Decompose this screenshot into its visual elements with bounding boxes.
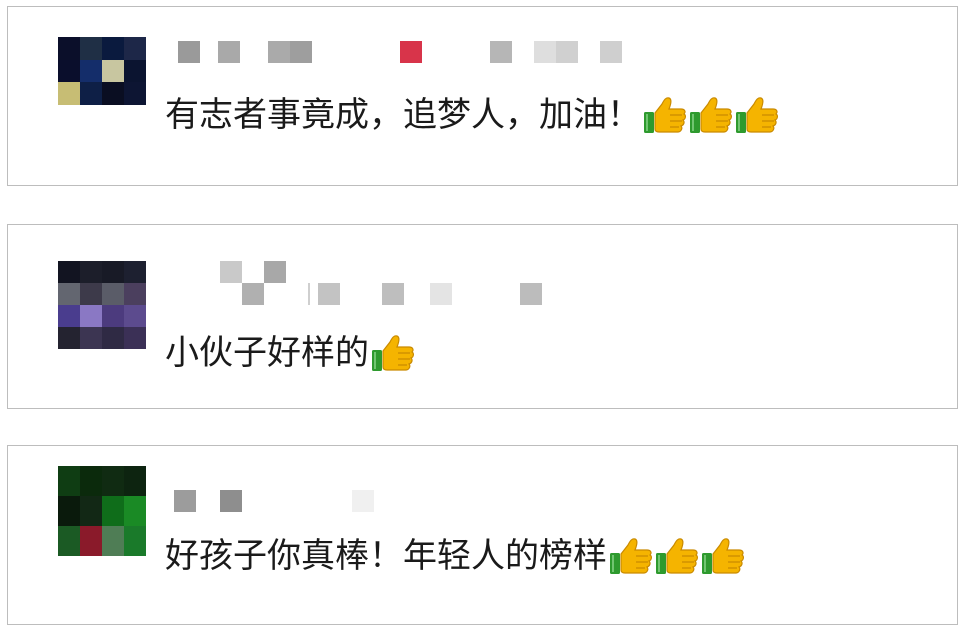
avatar[interactable] [58, 37, 146, 105]
avatar-pixel [102, 82, 124, 105]
thumbs-up-icon [687, 95, 733, 135]
avatar-pixel [80, 305, 102, 327]
avatar-pixel [80, 37, 102, 60]
avatar-pixel [124, 37, 146, 60]
avatar-pixel [102, 283, 124, 305]
avatar-pixel [102, 305, 124, 327]
avatar[interactable] [58, 466, 146, 556]
avatar-pixel [80, 283, 102, 305]
avatar-pixel [102, 466, 124, 496]
avatar-pixel [124, 496, 146, 526]
avatar-pixel [58, 327, 80, 349]
comment-card: 好孩子你真棒！年轻人的榜样 [7, 445, 958, 625]
avatar-pixel [124, 526, 146, 556]
avatar-pixel [124, 327, 146, 349]
avatar-pixel [80, 261, 102, 283]
thumbs-row [641, 95, 779, 135]
avatar-pixel [80, 82, 102, 105]
thumbs-row [607, 536, 745, 576]
comment-card: 有志者事竟成，追梦人，加油！ [7, 6, 958, 186]
avatar-pixel [58, 526, 80, 556]
thumbs-up-icon [641, 95, 687, 135]
comment-text: 有志者事竟成，追梦人，加油！ [165, 93, 779, 137]
avatar-pixel [58, 261, 80, 283]
avatar-pixel [80, 466, 102, 496]
avatar-pixel [102, 327, 124, 349]
avatar-pixel [80, 526, 102, 556]
avatar-pixel [80, 59, 102, 83]
avatar-pixel [58, 466, 80, 496]
thumbs-up-icon [607, 536, 653, 576]
avatar-pixel [124, 82, 146, 105]
avatar-pixel [58, 59, 80, 83]
thumbs-up-icon [733, 95, 779, 135]
thumbs-row [369, 333, 415, 373]
comment-text: 好孩子你真棒！年轻人的榜样 [165, 534, 745, 578]
avatar-pixel [80, 496, 102, 526]
avatar-pixel [102, 496, 124, 526]
avatar-pixel [58, 37, 80, 60]
avatar-pixel [124, 283, 146, 305]
thumbs-up-icon [369, 333, 415, 373]
avatar-pixel [102, 261, 124, 283]
thumbs-up-icon [653, 536, 699, 576]
avatar-pixel [58, 496, 80, 526]
avatar-pixel [124, 305, 146, 327]
avatar-pixel [102, 37, 124, 60]
thumbs-up-icon [699, 536, 745, 576]
avatar-pixel [58, 305, 80, 327]
avatar-pixel [102, 59, 124, 83]
avatar-pixel [80, 327, 102, 349]
avatar-pixel [58, 283, 80, 305]
avatar-pixel [102, 526, 124, 556]
avatar[interactable] [58, 261, 146, 349]
comment-card: 小伙子好样的 [7, 224, 958, 409]
avatar-pixel [58, 82, 80, 105]
avatar-pixel [124, 261, 146, 283]
comment-text: 小伙子好样的 [165, 331, 415, 375]
avatar-pixel [124, 59, 146, 83]
avatar-pixel [124, 466, 146, 496]
